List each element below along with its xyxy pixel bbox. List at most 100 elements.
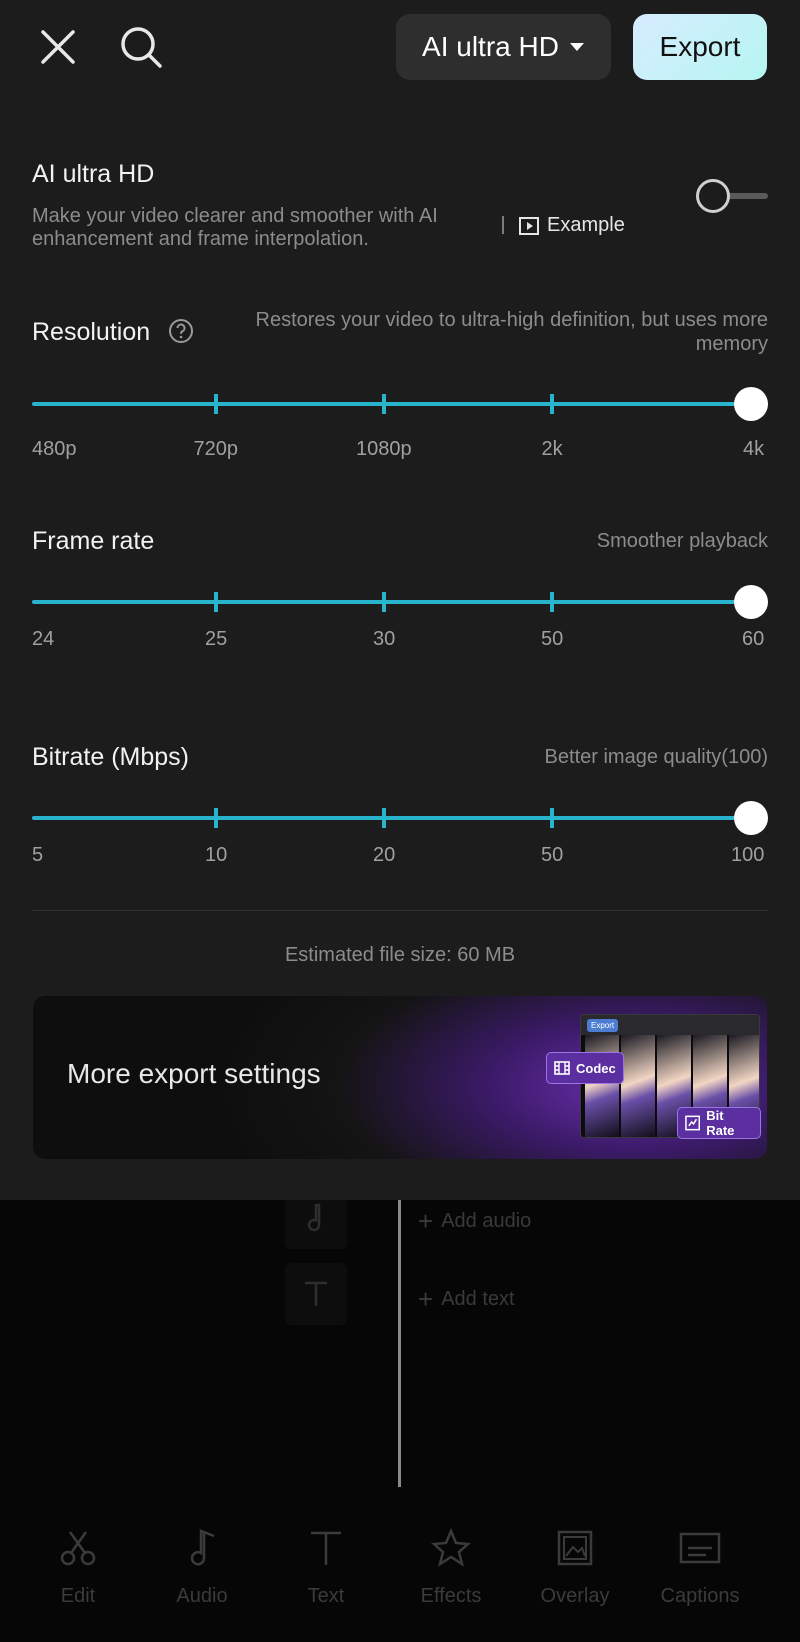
music-note-icon <box>179 1525 225 1571</box>
plus-icon: + <box>418 1284 434 1314</box>
slider-rail <box>32 816 768 820</box>
slider-thumb[interactable] <box>734 585 768 619</box>
promo-stripe <box>621 1035 655 1137</box>
slider-option-label[interactable]: 720p <box>194 438 239 461</box>
play-video-icon <box>519 216 539 235</box>
slider-option-label[interactable]: 25 <box>205 628 227 651</box>
example-link[interactable]: Example <box>519 214 625 237</box>
codec-chip: Codec <box>546 1052 624 1084</box>
slider-option-label[interactable]: 10 <box>205 844 227 867</box>
frame-rate-title: Frame rate <box>32 527 155 555</box>
slider-tick <box>382 394 386 414</box>
slider-tick <box>550 592 554 612</box>
nav-audio[interactable]: Audio <box>147 1525 257 1625</box>
search-button[interactable] <box>116 22 166 72</box>
nav-label: Effects <box>420 1585 482 1607</box>
add-text-row[interactable]: + Add text <box>418 1284 515 1315</box>
nav-captions[interactable]: Captions <box>645 1525 755 1625</box>
slider-option-label[interactable]: 50 <box>541 844 563 867</box>
example-label: Example <box>547 214 625 236</box>
estimated-file-size: Estimated file size: 60 MB <box>284 944 516 966</box>
playhead-line <box>398 1200 401 1487</box>
nav-edit[interactable]: Edit <box>23 1525 133 1625</box>
slider-tick <box>550 394 554 414</box>
ai-ultra-hd-title: AI ultra HD <box>32 160 155 188</box>
bottom-nav: Edit Audio Text Effects Overlay Captions <box>0 1525 800 1625</box>
export-settings-panel: AI ultra HD Export AI ultra HD Make your… <box>0 0 800 1200</box>
ai-ultra-hd-description: Make your video clearer and smoother wit… <box>32 205 438 250</box>
slider-option-label[interactable]: 100 <box>731 844 764 867</box>
slider-option-label[interactable]: 20 <box>373 844 395 867</box>
bitrate-slider[interactable] <box>32 798 768 838</box>
add-text-label: Add text <box>441 1288 515 1310</box>
star-effects-icon <box>428 1525 474 1571</box>
captions-icon <box>677 1525 723 1571</box>
frame-rate-labels: 24 25 30 50 60 <box>32 628 768 654</box>
bit-rate-label: Bit Rate <box>706 1108 735 1138</box>
slider-tick <box>214 592 218 612</box>
slider-thumb[interactable] <box>734 801 768 835</box>
resolution-hint: Restores your video to ultra-high defini… <box>255 309 769 355</box>
search-icon <box>121 27 162 68</box>
add-audio-label: Add audio <box>441 1210 532 1232</box>
nav-label: Text <box>307 1585 345 1607</box>
add-audio-row[interactable]: + Add audio <box>418 1206 531 1237</box>
caret-down-icon <box>569 43 584 51</box>
ai-ultra-hd-toggle[interactable] <box>694 176 768 216</box>
quality-label: AI ultra HD <box>422 31 559 62</box>
text-icon <box>303 1525 349 1571</box>
film-icon <box>554 1061 570 1075</box>
slider-tick <box>214 808 218 828</box>
resolution-slider[interactable] <box>32 384 768 424</box>
close-icon <box>41 30 75 64</box>
nav-effects[interactable]: Effects <box>396 1525 506 1625</box>
bit-rate-chip: Bit Rate <box>677 1107 761 1139</box>
slider-option-label[interactable]: 24 <box>32 628 54 651</box>
slider-option-label[interactable]: 480p <box>32 438 77 461</box>
frame-rate-slider[interactable] <box>32 582 768 622</box>
toggle-knob <box>696 179 730 213</box>
slider-option-label[interactable]: 60 <box>742 628 764 651</box>
text-track-icon <box>285 1263 347 1325</box>
slider-option-label[interactable]: 5 <box>32 844 43 867</box>
close-button[interactable] <box>33 22 83 72</box>
nav-label: Overlay <box>540 1585 610 1607</box>
scissors-icon <box>55 1525 101 1571</box>
resolution-labels: 480p 720p 1080p 2k 4k <box>32 438 768 464</box>
help-icon[interactable] <box>168 318 194 344</box>
slider-option-label[interactable]: 2k <box>542 438 563 461</box>
more-export-settings-label: More export settings <box>67 1058 321 1089</box>
codec-label: Codec <box>576 1060 616 1076</box>
slider-rail <box>32 402 768 406</box>
quality-dropdown[interactable]: AI ultra HD <box>396 14 611 80</box>
slider-tick <box>550 808 554 828</box>
more-export-settings-card[interactable]: More export settings Export Codec Bit Ra… <box>33 996 767 1159</box>
promo-export-chip: Export <box>587 1019 619 1032</box>
nav-label: Edit <box>60 1585 96 1607</box>
slider-thumb[interactable] <box>734 387 768 421</box>
slider-option-label[interactable]: 1080p <box>356 438 412 461</box>
nav-text[interactable]: Text <box>271 1525 381 1625</box>
top-bar: AI ultra HD Export <box>0 0 800 110</box>
inline-divider <box>502 216 504 234</box>
bitrate-labels: 5 10 20 50 100 <box>32 844 768 870</box>
promo-illustration: Export Codec Bit Rate <box>546 1014 761 1154</box>
slider-tick <box>214 394 218 414</box>
promo-stripe <box>585 1035 619 1137</box>
toggle-track <box>724 193 768 199</box>
resolution-title: Resolution <box>32 318 151 346</box>
slider-option-label[interactable]: 50 <box>541 628 563 651</box>
plus-icon: + <box>418 1206 434 1236</box>
overlay-image-icon <box>552 1525 598 1571</box>
nav-overlay[interactable]: Overlay <box>520 1525 630 1625</box>
bitrate-title: Bitrate (Mbps) <box>32 743 189 771</box>
nav-label: Audio <box>176 1585 228 1607</box>
slider-rail <box>32 600 768 604</box>
slider-option-label[interactable]: 30 <box>373 628 395 651</box>
slider-option-label[interactable]: 4k <box>743 438 764 461</box>
nav-label: Captions <box>660 1585 740 1607</box>
export-button[interactable]: Export <box>633 14 767 80</box>
slider-tick <box>382 808 386 828</box>
section-divider <box>32 910 768 911</box>
slider-tick <box>382 592 386 612</box>
